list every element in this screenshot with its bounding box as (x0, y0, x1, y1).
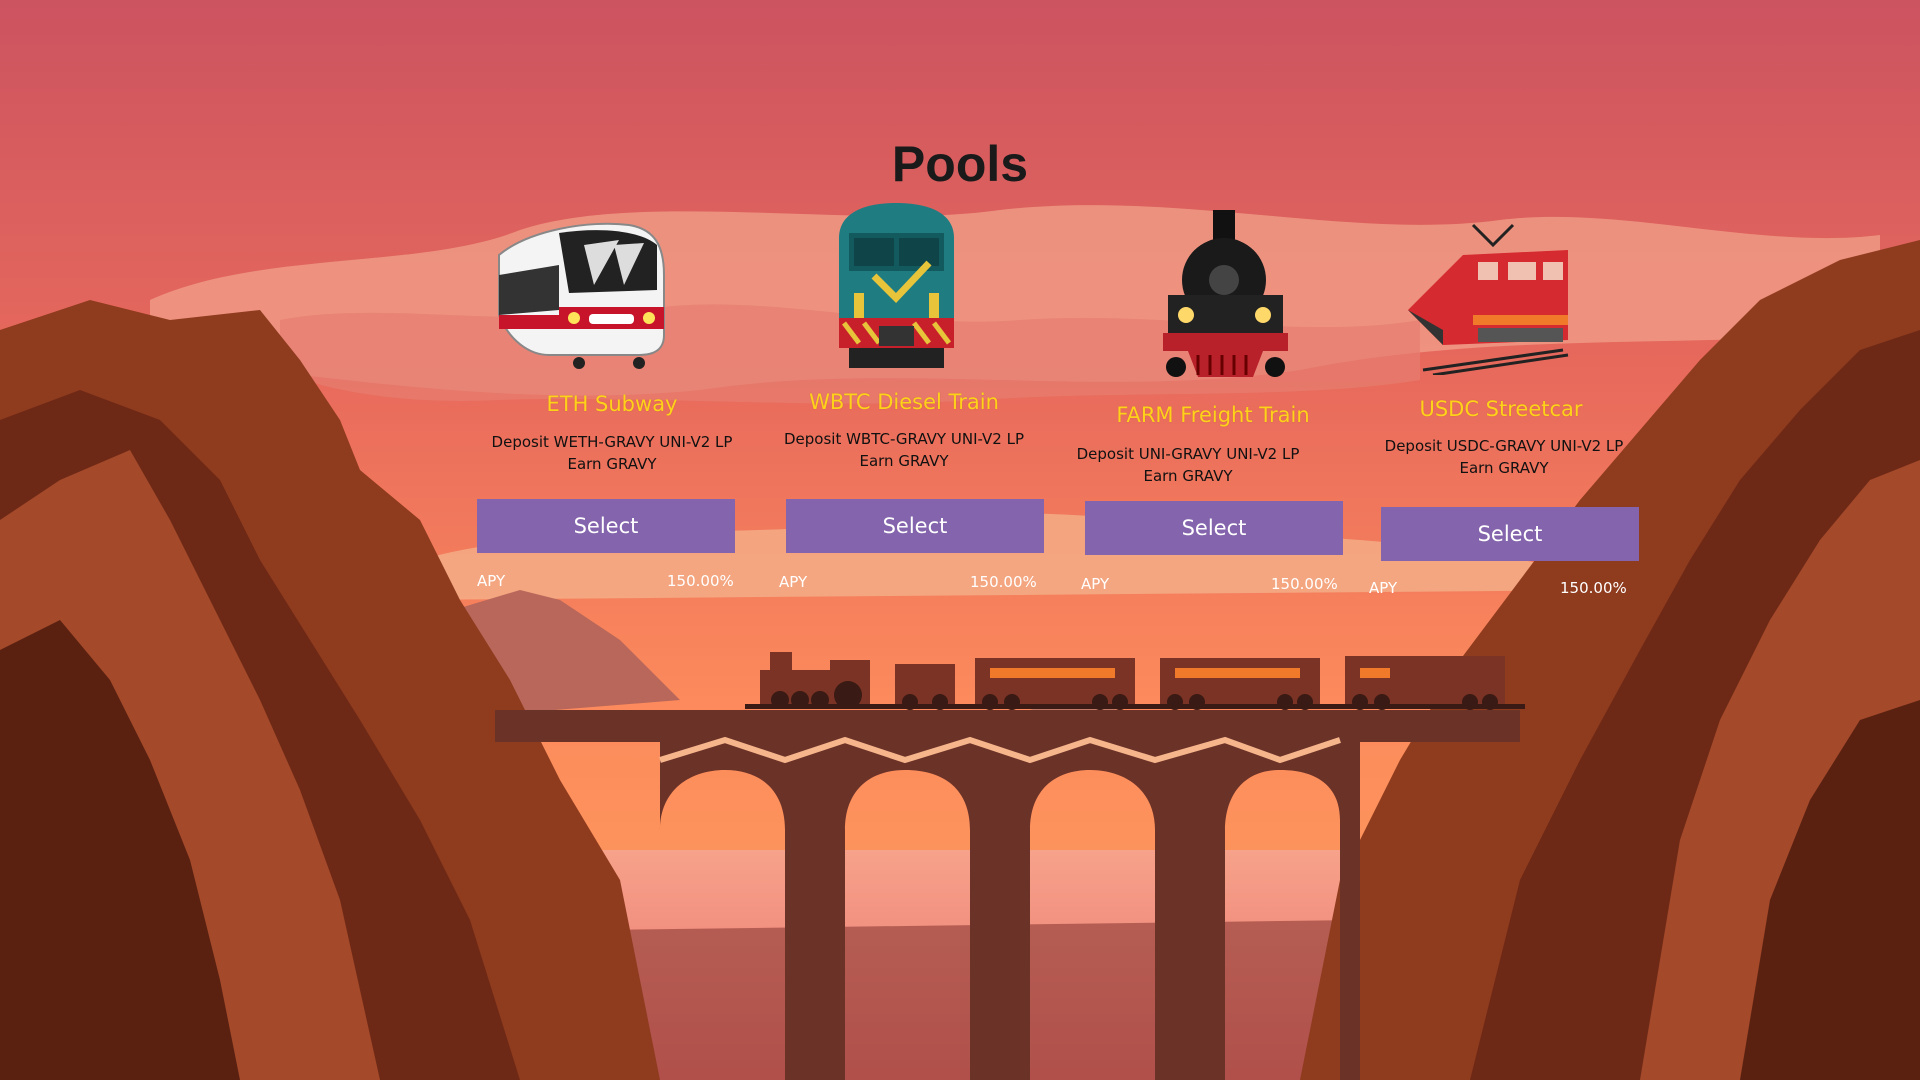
earn-text: Earn GRAVY (859, 452, 949, 470)
deposit-text: Deposit WETH-GRAVY UNI-V2 LP (491, 433, 733, 451)
diesel-locomotive-icon (839, 203, 954, 368)
apy-value: 150.00% (970, 573, 1037, 591)
apy-label: APY (779, 573, 808, 591)
pool-name: WBTC Diesel Train (809, 390, 999, 414)
deposit-text: Deposit UNI-GRAVY UNI-V2 LP (1076, 445, 1300, 463)
subway-train-icon (498, 222, 665, 369)
earn-text: Earn GRAVY (1459, 459, 1549, 477)
steam-locomotive-icon (1163, 210, 1288, 377)
earn-text: Earn GRAVY (567, 455, 657, 473)
apy-label: APY (477, 572, 506, 590)
deposit-text: Deposit USDC-GRAVY UNI-V2 LP (1384, 437, 1624, 455)
pool-name: ETH Subway (546, 392, 678, 416)
pool-description: Deposit USDC-GRAVY UNI-V2 LP Earn GRAVY (1369, 435, 1639, 479)
pool-name: USDC Streetcar (1419, 397, 1583, 421)
deposit-text: Deposit WBTC-GRAVY UNI-V2 LP (783, 430, 1024, 448)
earn-text: Earn GRAVY (1143, 467, 1233, 485)
apy-label: APY (1081, 575, 1110, 593)
select-button[interactable]: Select (786, 499, 1044, 553)
select-button[interactable]: Select (1381, 507, 1639, 561)
electric-train-icon (1408, 223, 1569, 375)
page-title: Pools (891, 136, 1029, 192)
select-button[interactable]: Select (1085, 501, 1343, 555)
select-button[interactable]: Select (477, 499, 735, 553)
pool-description: Deposit WBTC-GRAVY UNI-V2 LP Earn GRAVY (769, 428, 1039, 472)
pool-name: FARM Freight Train (1116, 403, 1310, 427)
apy-value: 150.00% (667, 572, 734, 590)
apy-value: 150.00% (1560, 579, 1627, 597)
pool-description: Deposit WETH-GRAVY UNI-V2 LP Earn GRAVY (477, 431, 747, 475)
pool-description: Deposit UNI-GRAVY UNI-V2 LP Earn GRAVY (1053, 443, 1323, 487)
apy-label: APY (1369, 579, 1398, 597)
apy-value: 150.00% (1271, 575, 1338, 593)
